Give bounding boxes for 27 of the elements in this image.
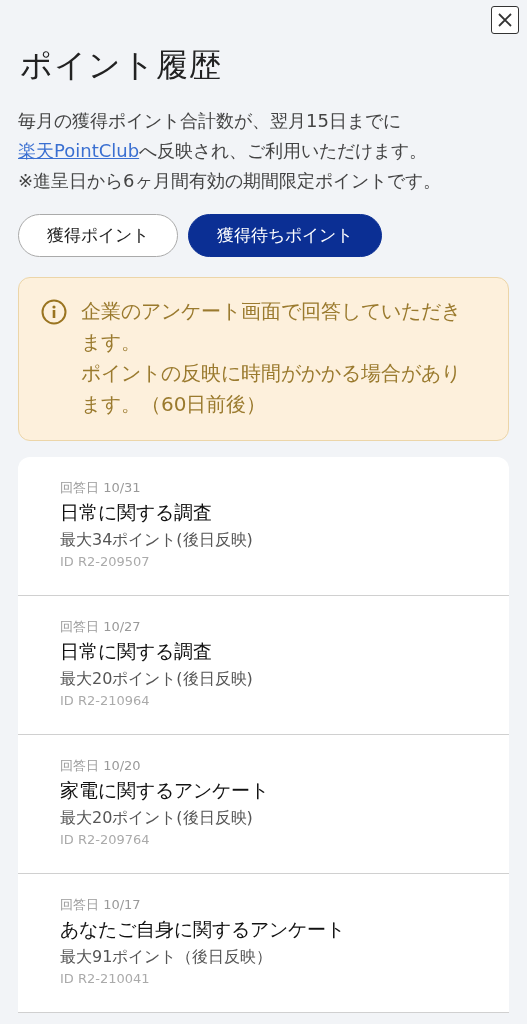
tab[interactable]: 獲得ポイント [18, 214, 178, 257]
points-text: 最大20ポイント(後日反映) [60, 668, 254, 690]
survey-title: あなたご自身に関するアンケート [60, 917, 346, 942]
close-icon [497, 12, 513, 28]
survey-title: 家電に関するアンケート [60, 778, 270, 803]
survey-title: 日常に関する調査 [60, 500, 213, 525]
points-text: 最大20ポイント(後日反映) [60, 807, 254, 829]
survey-title: 日常に関する調査 [60, 639, 213, 664]
note-text: ※進呈日から6ヶ月間有効の期間限定ポイントです。 [18, 169, 442, 193]
close-button[interactable] [491, 6, 519, 34]
points-text: 最大91ポイント（後日反映） [60, 946, 274, 968]
notice-text: ポイントの反映に時間がかかる場合があります。（60日前後） [81, 360, 462, 418]
survey-id: ID R2-209764 [60, 831, 151, 849]
survey-id: ID R2-210041 [60, 970, 151, 988]
tab[interactable]: 獲得待ちポイント [188, 214, 382, 257]
answer-date: 回答日 10/27 [60, 618, 142, 636]
survey-id: ID R2-209507 [60, 553, 151, 571]
survey-id: ID R2-210964 [60, 692, 151, 710]
answer-date: 回答日 10/17 [60, 896, 142, 914]
points-text: 最大34ポイント(後日反映) [60, 529, 254, 551]
answer-date: 回答日 10/20 [60, 757, 142, 775]
page-title: ポイント履歴 [20, 45, 223, 86]
notice-text: 企業のアンケート画面で回答していただきます。 [81, 298, 462, 356]
point-club-link[interactable]: 楽天PointClub [18, 140, 140, 161]
description-text: 毎月の獲得ポイント合計数が、翌月15日までに 楽天PointClubへ反映され、ご利用いただけます。 [18, 109, 429, 163]
info-icon [41, 299, 67, 325]
answer-date: 回答日 10/31 [60, 479, 142, 497]
